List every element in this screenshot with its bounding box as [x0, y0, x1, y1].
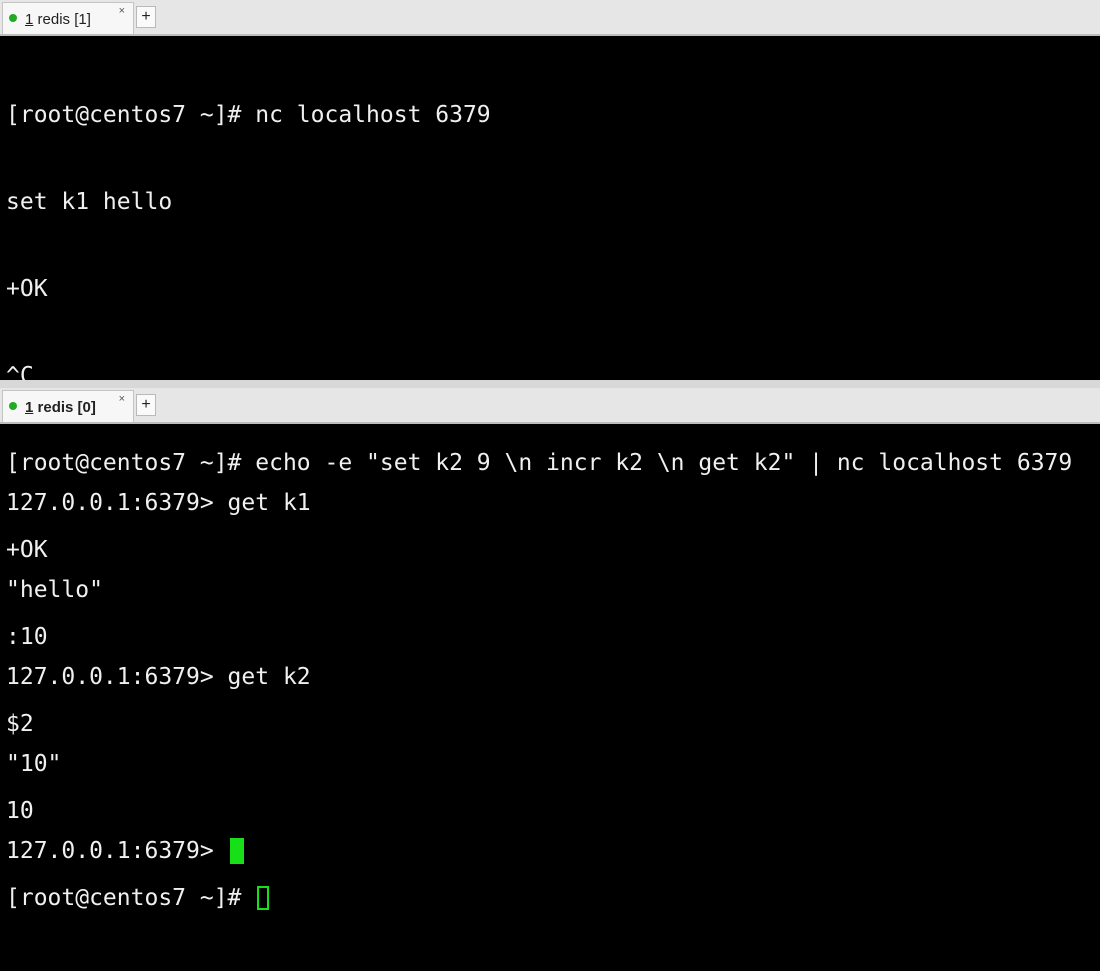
tab-label: 1 redis [0]: [25, 399, 96, 416]
close-icon[interactable]: ×: [119, 5, 125, 17]
terminal-line: 127.0.0.1:6379> get k1: [6, 490, 311, 516]
tab-redis-0[interactable]: 1 redis [0] ×: [2, 390, 134, 422]
status-dot-icon: [9, 402, 17, 410]
tab-title: redis [1]: [33, 11, 91, 28]
redis-prompt: 127.0.0.1:6379>: [6, 838, 228, 864]
pane-divider[interactable]: [0, 380, 1100, 388]
terminal-line: set k1 hello: [6, 189, 173, 215]
close-icon[interactable]: ×: [119, 393, 125, 405]
bottom-terminal-output[interactable]: 127.0.0.1:6379> get k1 "hello" 127.0.0.1…: [0, 424, 1100, 924]
terminal-prompt-line: 127.0.0.1:6379>: [6, 837, 1100, 866]
cursor-icon: [229, 838, 244, 864]
bottom-tab-bar: 1 redis [0] × +: [0, 388, 1100, 424]
new-tab-button[interactable]: +: [136, 6, 156, 28]
tab-title: redis [0]: [33, 399, 96, 416]
status-dot-icon: [9, 14, 17, 22]
tab-redis-1[interactable]: 1 redis [1] ×: [2, 2, 134, 34]
terminal-line: 127.0.0.1:6379> get k2: [6, 664, 311, 690]
terminal-line: +OK: [6, 276, 48, 302]
terminal-line: "hello": [6, 577, 103, 603]
new-tab-button[interactable]: +: [136, 394, 156, 416]
terminal-line: "10": [6, 751, 62, 777]
top-terminal-pane: 1 redis [1] × + [root@centos7 ~]# nc loc…: [0, 0, 1100, 911]
top-tab-bar: 1 redis [1] × +: [0, 0, 1100, 36]
tab-label: 1 redis [1]: [25, 11, 91, 28]
bottom-terminal-pane: 1 redis [0] × + 127.0.0.1:6379> get k1 "…: [0, 388, 1100, 864]
terminal-line: [root@centos7 ~]# nc localhost 6379: [6, 102, 491, 128]
